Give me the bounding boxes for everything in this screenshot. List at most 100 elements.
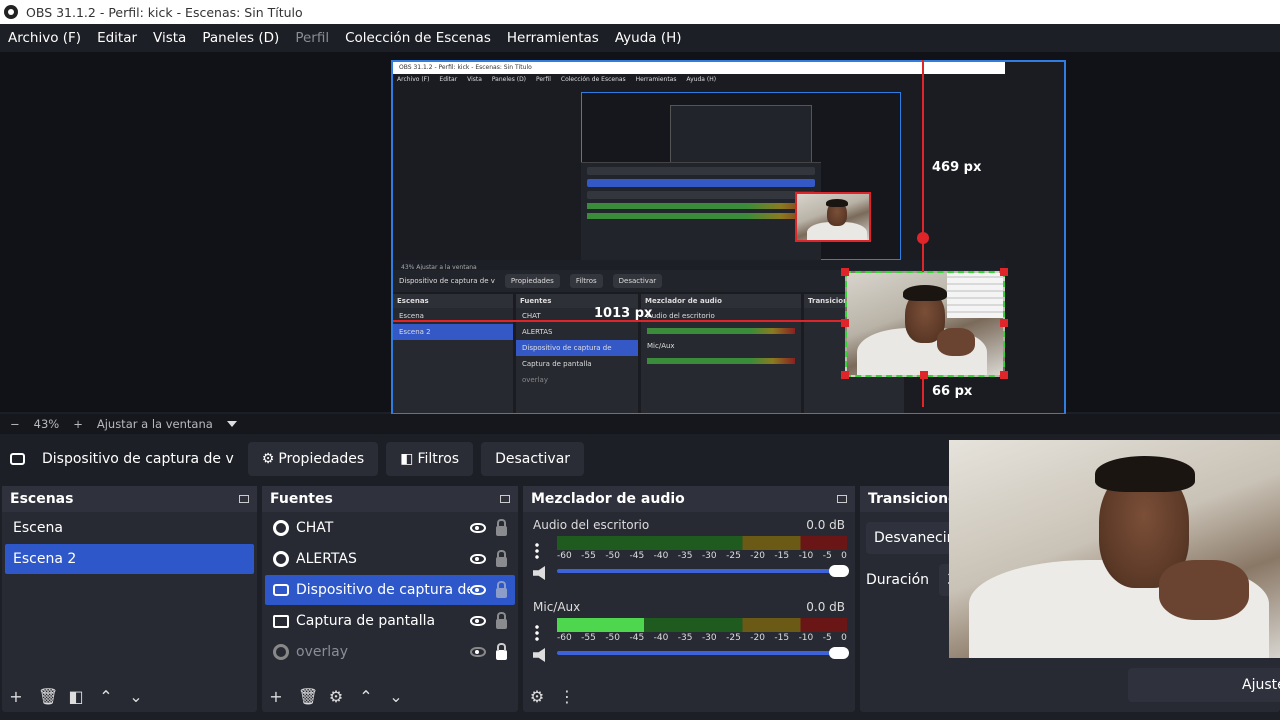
more-vertical-icon[interactable]: ⋮ [559, 687, 575, 706]
mini-docks-nested [581, 162, 821, 260]
mini-menu-item: Archivo (F) [397, 76, 430, 83]
level-meter [557, 618, 847, 632]
preview-area[interactable]: OBS 31.1.2 - Perfil: kick - Escenas: Sin… [0, 52, 1280, 415]
mini-props-button: Propiedades [504, 274, 560, 288]
scenes-title: Escenas [10, 491, 74, 507]
resize-handle[interactable] [1000, 268, 1008, 276]
properties-button[interactable]: ⚙ Propiedades [247, 442, 379, 476]
gear-icon[interactable]: ⚙ [328, 687, 344, 706]
source-item-alertas[interactable]: ALERTAS [265, 544, 515, 574]
menu-herramientas[interactable]: Herramientas [507, 30, 599, 46]
chevron-down-icon[interactable]: ⌄ [388, 687, 404, 706]
mini-menu-item: Herramientas [635, 76, 677, 83]
mini-menu-item: Colección de Escenas [560, 76, 626, 83]
meter-tick: -40 [653, 551, 669, 561]
chevron-down-icon[interactable]: ⌄ [128, 687, 144, 706]
meter-tick: 0 [841, 551, 847, 561]
add-icon[interactable]: + [8, 687, 24, 706]
source-item-screen-capture[interactable]: Captura de pantalla [265, 606, 515, 636]
undock-icon[interactable] [239, 495, 249, 503]
meter-tick: -5 [822, 633, 832, 643]
channel-db: 0.0 dB [806, 600, 845, 614]
resize-handle[interactable] [841, 268, 849, 276]
eye-icon[interactable] [470, 616, 486, 626]
meter-tick: -55 [581, 633, 596, 643]
eye-icon[interactable] [470, 585, 486, 595]
eye-icon[interactable] [470, 554, 486, 564]
mixer-title: Mezclador de audio [531, 491, 685, 507]
menu-coleccion-escenas[interactable]: Colección de Escenas [345, 30, 491, 46]
eye-hidden-icon[interactable] [470, 647, 486, 657]
mini-scene-item: Escena 2 [393, 324, 513, 340]
trash-icon[interactable]: 🗑 [298, 687, 318, 706]
chevron-up-icon[interactable]: ⌃ [98, 687, 114, 706]
undock-icon[interactable] [837, 495, 847, 503]
meter-tick: -25 [726, 633, 741, 643]
camera-icon [273, 584, 289, 596]
menu-archivo[interactable]: Archivo (F) [8, 30, 81, 46]
speaker-icon[interactable] [533, 648, 545, 662]
chevron-up-icon[interactable]: ⌃ [358, 687, 374, 706]
meter-tick: -15 [774, 633, 790, 643]
mini-menu-item: Perfil [535, 76, 551, 83]
camera-source-selected[interactable] [845, 271, 1005, 377]
mini-filters-button: Filtros [569, 274, 603, 288]
webcam-overlay [949, 440, 1280, 658]
source-item-capture-device[interactable]: Dispositivo de captura de v [265, 575, 515, 605]
deactivate-label: Desactivar [495, 451, 571, 467]
undock-icon[interactable] [500, 495, 510, 503]
gear-icon: ⚙ [261, 451, 275, 467]
zoom-bar: − 43% + Ajustar a la ventana [0, 414, 1280, 434]
menu-editar[interactable]: Editar [97, 30, 137, 46]
sources-dock: Fuentes CHAT ALERTAS Dispositivo de capt… [262, 486, 518, 712]
add-icon[interactable]: + [268, 687, 284, 706]
menu-vista[interactable]: Vista [153, 30, 186, 46]
meter-tick: -40 [653, 633, 669, 643]
unlock-icon[interactable] [496, 581, 507, 598]
meter-tick: -45 [629, 551, 645, 561]
scenes-dock: Escenas Escena Escena 2 + 🗑 ◧ ⌃ ⌄ [2, 486, 257, 712]
scene-item-selected[interactable]: Escena 2 [5, 544, 254, 574]
transition-selected-label: Desvanecim [874, 530, 961, 546]
channel-db: 0.0 dB [806, 518, 845, 532]
fit-window-label[interactable]: Ajustar a la ventana [97, 417, 213, 431]
deactivate-button[interactable]: Desactivar [481, 442, 585, 476]
trash-icon[interactable]: 🗑 [38, 687, 58, 706]
resize-handle[interactable] [1000, 319, 1008, 327]
source-label: CHAT [296, 520, 334, 536]
guide-line-bottom [922, 377, 924, 407]
meter-tick: -35 [677, 551, 693, 561]
unlock-icon[interactable] [496, 612, 507, 629]
zoom-in-button[interactable]: + [73, 417, 83, 431]
volume-slider[interactable] [557, 565, 849, 577]
zoom-out-button[interactable]: − [10, 417, 20, 431]
speaker-icon[interactable] [533, 566, 545, 580]
mini-menu-item: Paneles (D) [491, 76, 527, 83]
scene-item[interactable]: Escena [5, 513, 254, 543]
filters-button[interactable]: ◧ Filtros [386, 442, 474, 476]
menu-perfil: Perfil [295, 30, 330, 46]
menu-paneles[interactable]: Paneles (D) [202, 30, 279, 46]
lock-icon[interactable] [496, 643, 507, 660]
audio-mixer-dock: Mezclador de audio Audio del escritorio … [523, 486, 855, 712]
advanced-audio-gear-icon[interactable]: ⚙ [529, 687, 545, 706]
adjust-button[interactable]: Ajuste [1128, 668, 1280, 702]
scenes-header: Escenas [2, 486, 257, 512]
more-options-icon[interactable] [535, 542, 539, 560]
resize-handle[interactable] [841, 371, 849, 379]
source-item-overlay[interactable]: overlay [265, 637, 515, 667]
filter-icon[interactable]: ◧ [68, 687, 84, 706]
menu-ayuda[interactable]: Ayuda (H) [615, 30, 682, 46]
unlock-icon[interactable] [496, 550, 507, 567]
mini-menu-item: Ayuda (H) [686, 76, 717, 83]
eye-icon[interactable] [470, 523, 486, 533]
mixer-header: Mezclador de audio [523, 486, 855, 512]
meter-tick: -5 [822, 551, 832, 561]
unlock-icon[interactable] [496, 519, 507, 536]
resize-handle[interactable] [1000, 371, 1008, 379]
source-item-chat[interactable]: CHAT [265, 513, 515, 543]
more-options-icon[interactable] [535, 624, 539, 642]
volume-slider[interactable] [557, 647, 849, 659]
browser-source-icon [273, 520, 289, 536]
zoom-dropdown-icon[interactable] [226, 421, 237, 427]
